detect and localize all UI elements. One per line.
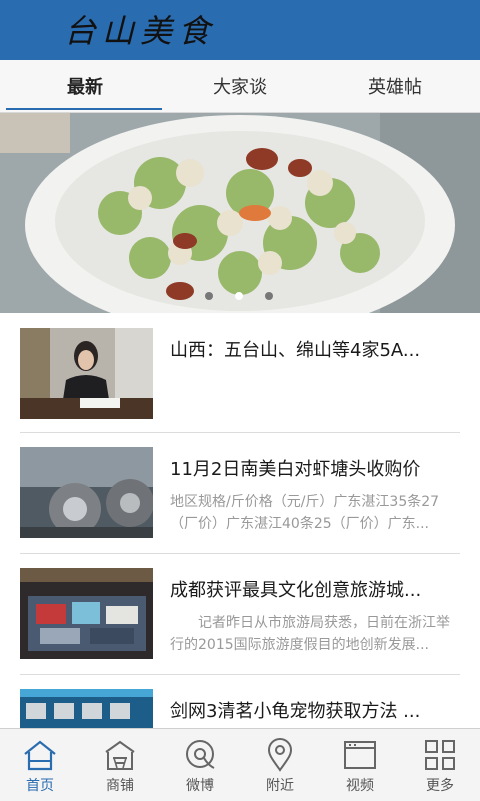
news-item[interactable]: 成都获评最具文化创意旅游城... 记者昨日从市旅游局获悉，日前在浙江举行的201… bbox=[20, 554, 460, 675]
shop-icon bbox=[105, 740, 135, 770]
banner-slider[interactable] bbox=[0, 113, 480, 313]
banner-dot[interactable] bbox=[265, 292, 273, 300]
nav-label: 微博 bbox=[186, 778, 214, 794]
grid-more-icon bbox=[425, 740, 455, 770]
nav-home[interactable]: 首页 bbox=[0, 729, 80, 801]
nav-label: 商铺 bbox=[106, 778, 134, 794]
banner-dot-active[interactable] bbox=[235, 292, 243, 300]
news-title: 山西：五台山、绵山等4家5A... bbox=[170, 340, 421, 361]
news-list: 山西：五台山、绵山等4家5A... 11月2日南美白对虾塘头收购价 地区规格/斤… bbox=[0, 314, 480, 728]
news-thumbnail bbox=[20, 689, 153, 728]
bottom-nav: 首页 商铺 微博 附近 视频 更多 bbox=[0, 728, 480, 801]
home-icon bbox=[24, 740, 56, 771]
app-header: 台山美食 bbox=[0, 0, 480, 60]
news-summary: 记者昨日从市旅游局获悉，日前在浙江举行的2015国际旅游度假目的地创新发展... bbox=[170, 615, 450, 653]
news-title: 成都获评最具文化创意旅游城... bbox=[170, 580, 422, 601]
news-item[interactable]: 11月2日南美白对虾塘头收购价 地区规格/斤价格（元/斤）广东湛江35条27（厂… bbox=[20, 433, 460, 554]
tab-bar: 最新 大家谈 英雄帖 bbox=[0, 60, 480, 113]
news-title: 11月2日南美白对虾塘头收购价 bbox=[170, 459, 421, 480]
nav-shop[interactable]: 商铺 bbox=[80, 729, 160, 801]
news-thumbnail bbox=[20, 447, 153, 538]
nav-label: 更多 bbox=[426, 778, 454, 794]
news-summary: 地区规格/斤价格（元/斤）广东湛江35条27（厂价）广东湛江40条25（厂价）广… bbox=[170, 494, 440, 532]
news-title: 剑网3清茗小龟宠物获取方法 ... bbox=[170, 701, 421, 722]
banner-dot[interactable] bbox=[205, 292, 213, 300]
nav-weibo[interactable]: 微博 bbox=[160, 729, 240, 801]
nav-label: 首页 bbox=[26, 778, 54, 794]
banner-image bbox=[0, 113, 480, 313]
nav-nearby[interactable]: 附近 bbox=[240, 729, 320, 801]
news-thumbnail bbox=[20, 328, 153, 419]
nav-more[interactable]: 更多 bbox=[400, 729, 480, 801]
tab-latest[interactable]: 最新 bbox=[5, 60, 165, 112]
tab-active-indicator bbox=[6, 108, 162, 110]
nav-video[interactable]: 视频 bbox=[320, 729, 400, 801]
weibo-icon bbox=[186, 740, 215, 769]
app-title: 台山美食 bbox=[64, 12, 217, 50]
news-item[interactable]: 山西：五台山、绵山等4家5A... bbox=[20, 314, 460, 433]
banner-pagination bbox=[205, 292, 273, 300]
news-item[interactable]: 剑网3清茗小龟宠物获取方法 ... bbox=[20, 675, 460, 728]
video-icon bbox=[344, 741, 376, 769]
location-pin-icon bbox=[267, 738, 293, 772]
tab-heroes[interactable]: 英雄帖 bbox=[315, 60, 475, 112]
tab-discussion[interactable]: 大家谈 bbox=[160, 60, 320, 112]
nav-label: 附近 bbox=[266, 778, 294, 794]
nav-label: 视频 bbox=[346, 778, 374, 794]
news-thumbnail bbox=[20, 568, 153, 659]
